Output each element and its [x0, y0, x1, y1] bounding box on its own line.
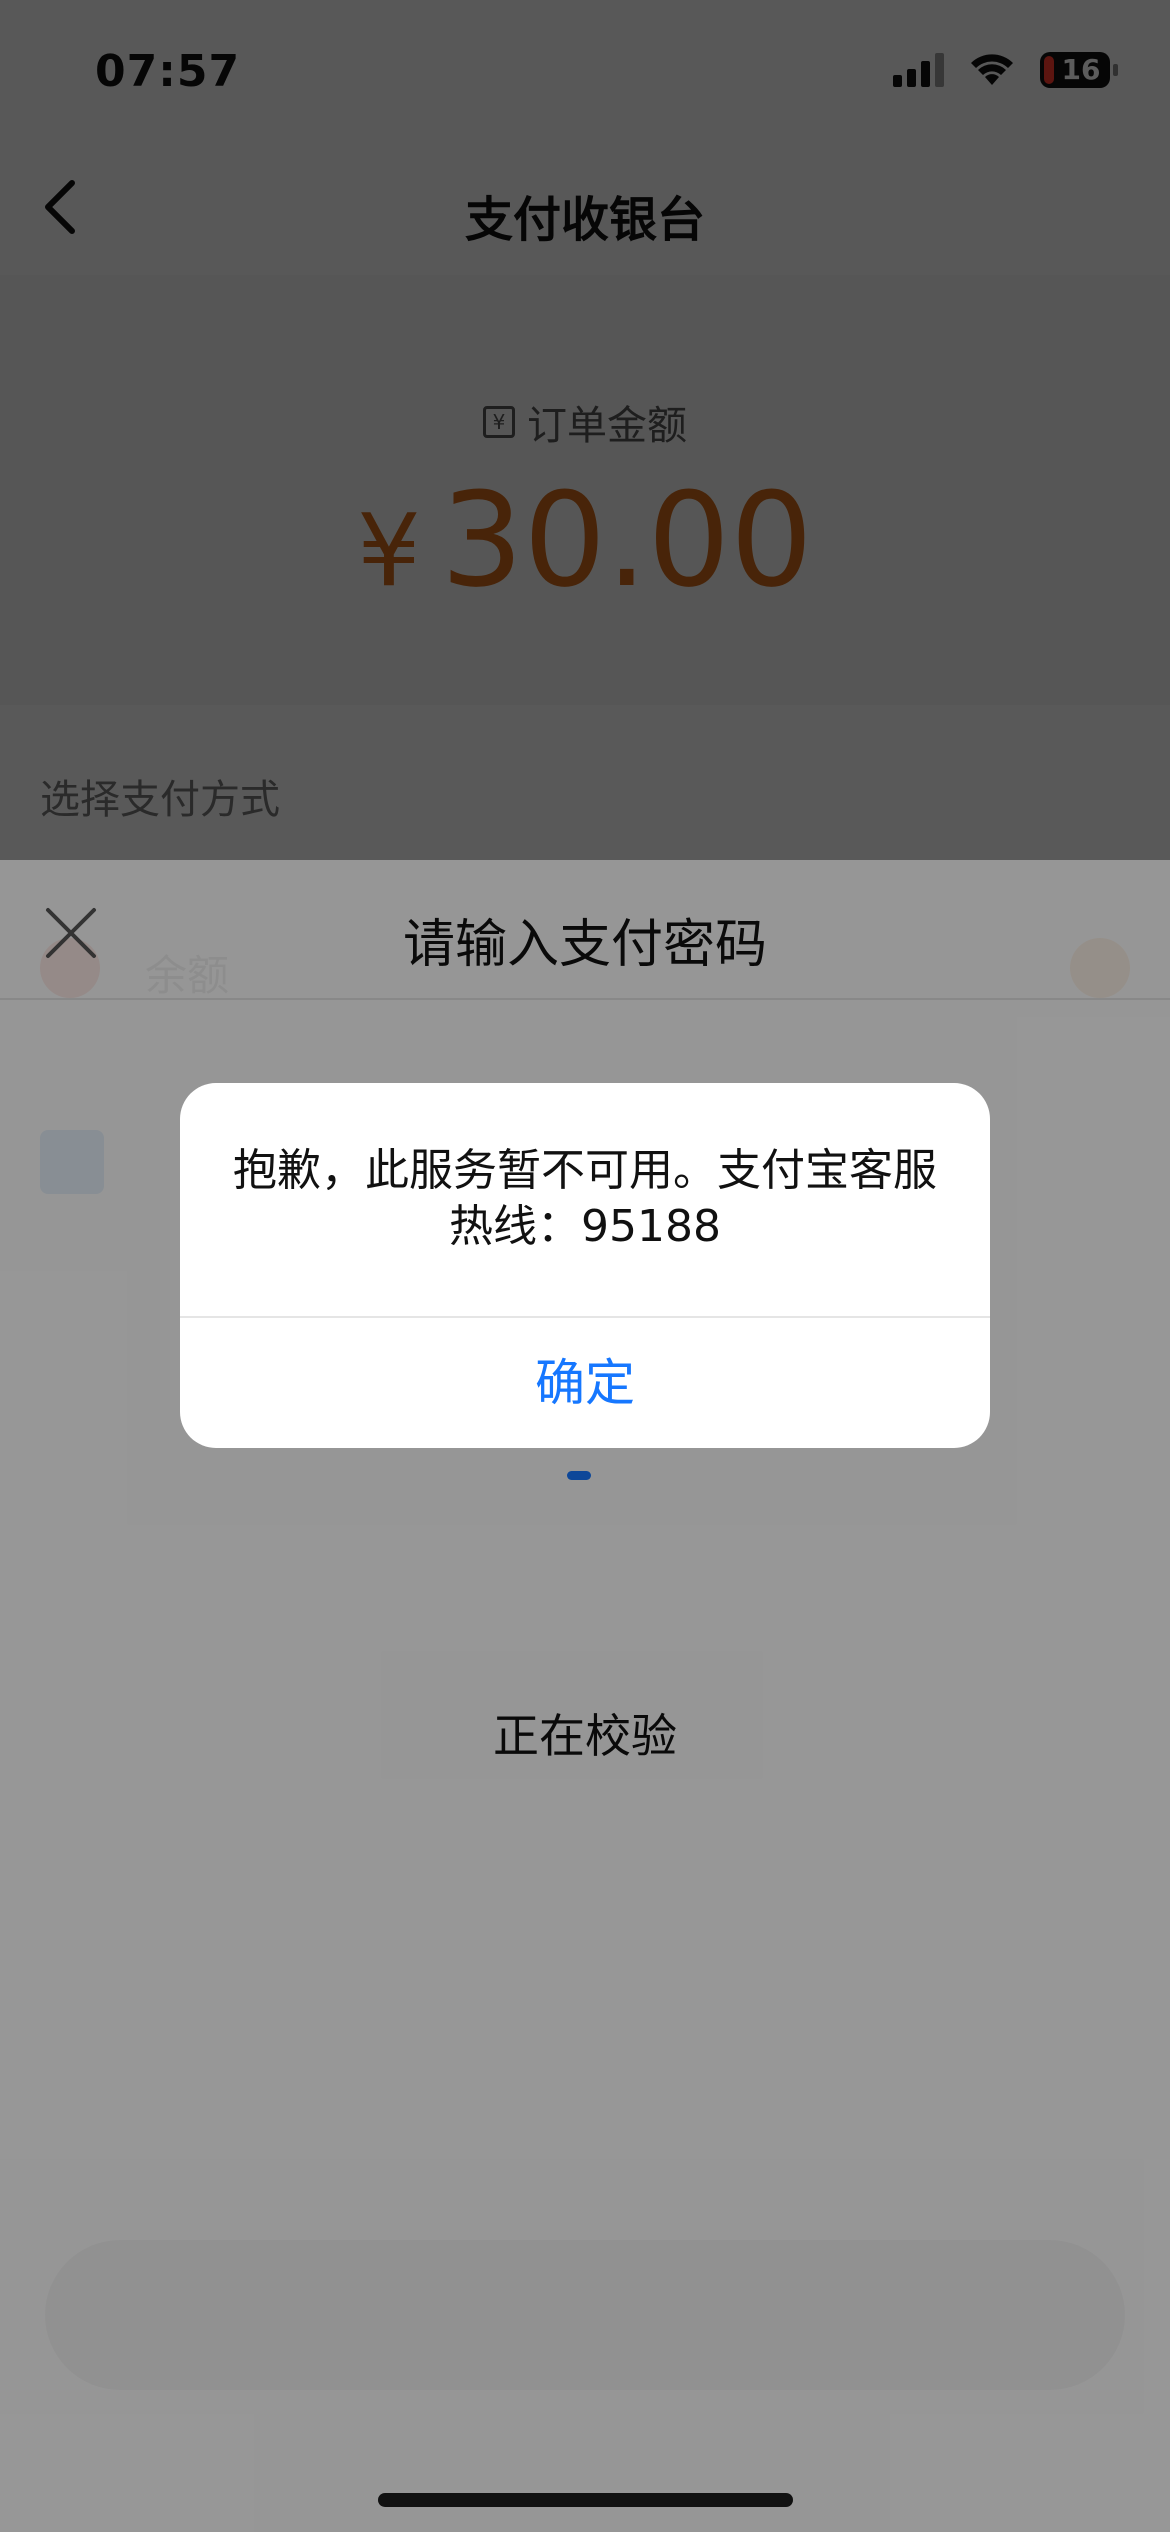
alert-message: 抱歉，此服务暂不可用。支付宝客服热线：95188 [233, 1145, 937, 1252]
alert-dialog: 抱歉，此服务暂不可用。支付宝客服热线：95188 确定 [180, 1083, 990, 1448]
confirm-button[interactable]: 确定 [180, 1318, 990, 1448]
home-indicator[interactable] [378, 2493, 793, 2507]
